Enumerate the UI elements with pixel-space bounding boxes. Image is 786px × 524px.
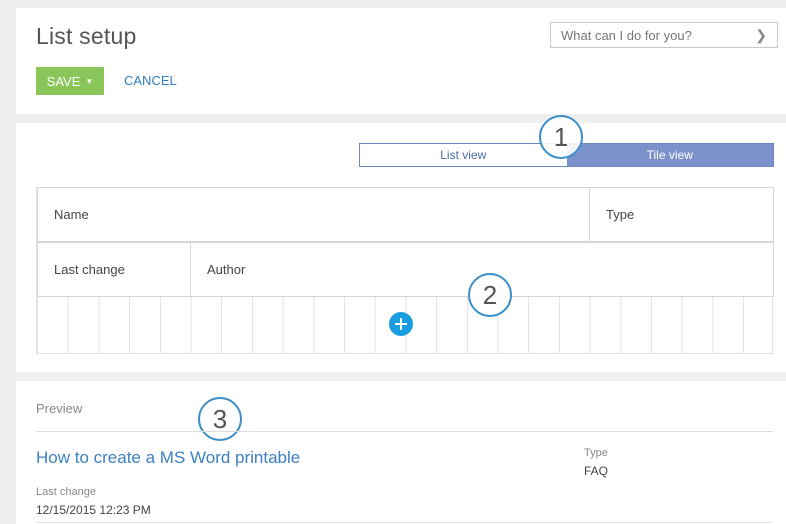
page: List setup ❯ SAVE ▼ CANCEL List view Til…: [0, 0, 786, 524]
article-title-link[interactable]: How to create a MS Word printable: [36, 448, 300, 468]
search-box[interactable]: ❯: [550, 22, 778, 48]
callout-1: 1: [539, 115, 583, 159]
save-button-label: SAVE: [46, 73, 81, 89]
type-label: Type: [584, 447, 608, 459]
add-field-button[interactable]: [389, 312, 413, 336]
plus-icon: [395, 318, 407, 330]
preview-panel: Preview 3 How to create a MS Word printa…: [16, 381, 786, 524]
type-value: FAQ: [584, 464, 609, 478]
last-change-value: 12/15/2015 12:23 PM: [36, 503, 151, 517]
tile-field-label: Last change: [54, 262, 125, 277]
save-button[interactable]: SAVE ▼: [36, 67, 104, 95]
preview-divider: [36, 431, 773, 432]
setup-panel: List view Tile view Name Type Last chang…: [16, 115, 786, 372]
preview-bottom-divider: [36, 522, 773, 523]
tile-field-label: Type: [606, 207, 635, 222]
tile-layout-grid: Name Type Last change Author: [36, 187, 774, 354]
callout-3: 3: [198, 397, 242, 441]
tile-field-last-change[interactable]: Last change: [37, 242, 191, 297]
search-input[interactable]: [561, 27, 741, 43]
page-title: List setup: [36, 23, 137, 49]
chevron-right-icon[interactable]: ❯: [755, 27, 767, 44]
tile-field-label: Author: [207, 262, 246, 277]
preview-label: Preview: [36, 401, 83, 416]
tile-field-label: Name: [54, 207, 89, 222]
tile-view-option[interactable]: Tile view: [566, 144, 773, 166]
header-panel: List setup ❯ SAVE ▼ CANCEL: [16, 8, 786, 114]
tile-field-type[interactable]: Type: [589, 187, 774, 242]
last-change-label: Last change: [36, 486, 96, 498]
callout-2: 2: [468, 273, 512, 317]
caret-down-icon[interactable]: ▼: [85, 77, 93, 86]
tile-field-name[interactable]: Name: [37, 187, 590, 242]
cancel-button[interactable]: CANCEL: [124, 73, 177, 88]
list-view-option[interactable]: List view: [360, 144, 567, 166]
